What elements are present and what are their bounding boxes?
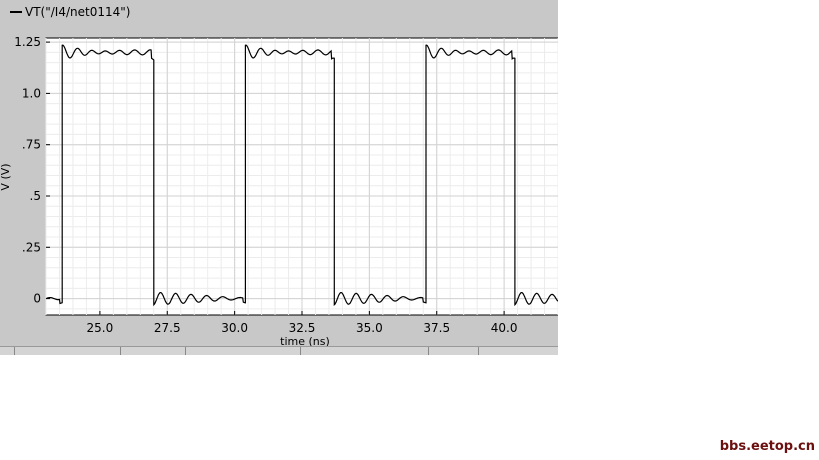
y-tick-label: .25 (22, 240, 41, 254)
x-tick-label: 25.0 (87, 321, 114, 335)
x-tick-label: 27.5 (154, 321, 181, 335)
y-tick-label: 1.0 (22, 86, 41, 100)
x-tick-label: 37.5 (423, 321, 450, 335)
status-bar (0, 346, 558, 355)
plot-window: VT("/I4/net0114") 0.25.5.75 1.0 1.25 25.0 2… (0, 0, 558, 352)
y-tick-label: .75 (22, 138, 41, 152)
watermark: bbs.eetop.cn (719, 439, 815, 454)
y-tick-label: 0 (33, 292, 41, 306)
y-axis-ticks: 0 .25 .5 .75 1.0 1.25 (14, 35, 50, 306)
x-tick-label: 40.0 (491, 321, 518, 335)
waveform-chart[interactable]: 0 .25 .5 .75 1.0 1.25 25.0 27.5 30.0 32.5 35.0 37.… (0, 0, 558, 352)
y-tick-label: .5 (30, 189, 41, 203)
x-tick-label: 30.0 (221, 321, 248, 335)
y-tick-label: 1.25 (14, 35, 41, 49)
y-axis-label: V (V) (0, 163, 12, 190)
x-tick-label: 32.5 (289, 321, 316, 335)
x-tick-label: 35.0 (356, 321, 383, 335)
